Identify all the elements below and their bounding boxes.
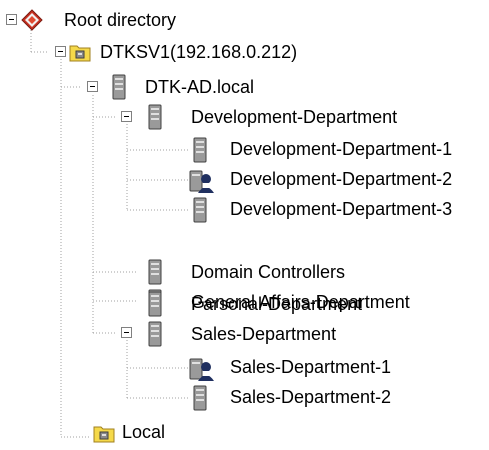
ou-server-icon: [147, 259, 171, 285]
tree-node-root[interactable]: Root directory: [20, 5, 240, 35]
tree-node-label: DTKSV1(192.168.0.212): [100, 42, 298, 62]
tree-node-sales-dept[interactable]: Sales-Department: [139, 318, 439, 348]
ou-server-icon: [147, 291, 171, 317]
tree-node-dev-2[interactable]: Development-Department-2: [188, 164, 488, 194]
tree-node-local[interactable]: Local: [90, 418, 250, 448]
local-folder-icon: [92, 421, 116, 445]
tree-node-parsonal-dept[interactable]: Parsonal-Department: [139, 290, 439, 320]
tree-node-label: Development-Department-1: [230, 139, 453, 159]
tree-node-label: DTK-AD.local: [145, 77, 255, 97]
ou-server-icon: [192, 137, 216, 163]
ou-server-icon: [192, 385, 216, 411]
domain-collapse-toggle[interactable]: [87, 81, 98, 92]
root-diamond-icon: [20, 8, 44, 32]
ou-server-icon: [192, 197, 216, 223]
tree-node-label: Domain Controllers: [191, 262, 346, 282]
directory-tree: Root directory DTKSV1(192.168.0.212) DTK…: [0, 0, 489, 445]
tree-node-label: Development-Department: [191, 107, 398, 127]
tree-node-label: Sales-Department: [191, 324, 337, 344]
ou-user-icon: [188, 167, 214, 193]
tree-node-label: Sales-Department-2: [230, 387, 392, 407]
ou-server-icon: [147, 104, 171, 130]
tree-node-dev-3[interactable]: Development-Department-3: [188, 194, 488, 224]
tree-node-dev-1[interactable]: Development-Department-1: [188, 134, 488, 164]
tree-node-label: Development-Department-3: [230, 199, 453, 219]
tree-node-label: Parsonal-Department: [191, 294, 363, 314]
tree-node-dev-dept[interactable]: Development-Department: [139, 101, 439, 131]
tree-node-sales-2[interactable]: Sales-Department-2: [188, 382, 468, 412]
tree-node-server[interactable]: DTKSV1(192.168.0.212): [68, 37, 368, 67]
ou-user-icon: [188, 355, 214, 381]
ou-server-icon: [147, 321, 171, 347]
tree-node-domain-controllers[interactable]: Domain Controllers: [139, 256, 439, 286]
server-collapse-toggle[interactable]: [55, 46, 66, 57]
dev-dept-collapse-toggle[interactable]: [121, 111, 132, 122]
tree-node-label: Local: [122, 422, 166, 442]
tree-node-label: Root directory: [64, 10, 177, 30]
sales-dept-collapse-toggle[interactable]: [121, 327, 132, 338]
tree-node-domain[interactable]: DTK-AD.local: [103, 71, 303, 101]
domain-server-icon: [111, 74, 135, 100]
server-folder-icon: [68, 40, 92, 64]
root-collapse-toggle[interactable]: [6, 14, 17, 25]
tree-node-label: Development-Department-2: [230, 169, 453, 189]
tree-node-sales-1[interactable]: Sales-Department-1: [188, 352, 468, 382]
tree-node-label: Sales-Department-1: [230, 357, 392, 377]
